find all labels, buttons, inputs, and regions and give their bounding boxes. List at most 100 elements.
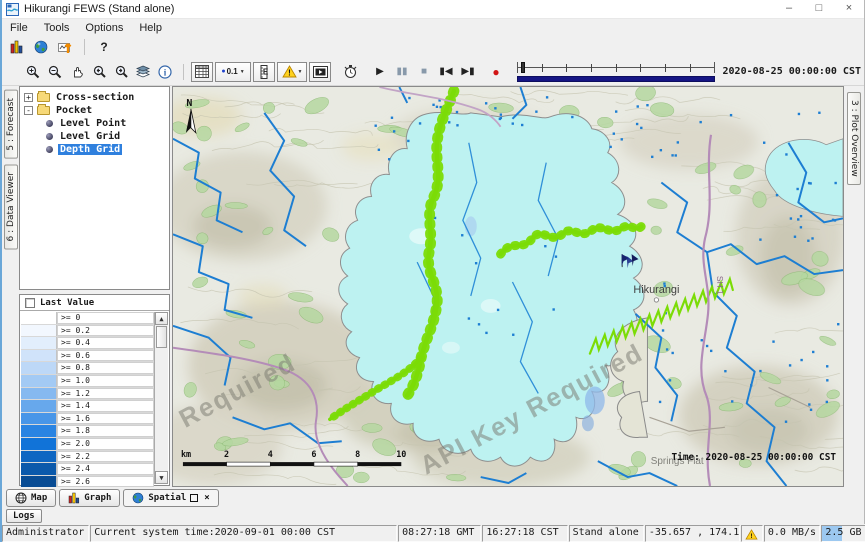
help-button[interactable]: ? [92,37,116,57]
legend-row[interactable]: >= 0.8 [21,362,154,375]
animation-player-icon[interactable] [309,62,331,82]
close-button[interactable]: × [834,0,864,19]
tab-plot-overview[interactable]: 3 : Plot Overview [847,92,861,185]
pause-button[interactable]: ▮▮ [391,62,413,82]
current-datetime: 2020-08-25 00:00:00 CST [723,66,864,77]
legend-row[interactable]: >= 0 [21,312,154,325]
warning-threshold-dropdown[interactable]: ! ▼ [277,62,307,82]
reports-icon[interactable] [5,37,29,57]
level-point-dot [499,118,501,120]
level-point-dot [669,379,671,381]
tree-item-pocket[interactable]: - Pocket [20,104,169,117]
gauge-scale-icon[interactable]: E [253,62,275,82]
pan-hand-icon[interactable] [66,62,88,82]
legend-class-label: >= 1.4 [57,400,154,412]
zoom-next-icon[interactable] [110,62,132,82]
legend-row[interactable]: >= 1.6 [21,413,154,426]
map-canvas[interactable]: API Key Required API Key Required Hikura… [173,87,843,486]
scroll-up-icon[interactable]: ▲ [155,312,168,325]
level-point-dot [785,421,787,423]
level-point-dot [615,110,617,112]
level-point-dot [621,138,623,140]
time-slider-track[interactable] [517,61,715,74]
menu-tools[interactable]: Tools [36,22,78,34]
level-point-dot [512,122,514,124]
legend-row[interactable]: >= 0.4 [21,337,154,350]
level-point-dot [807,240,809,242]
zoom-previous-icon[interactable] [88,62,110,82]
skip-to-end-button[interactable]: ▶▮ [457,62,479,82]
maximize-button[interactable]: □ [804,0,834,19]
zoom-in-icon[interactable] [22,62,44,82]
profile-chart-icon[interactable] [53,37,77,57]
map-viewport[interactable]: API Key Required API Key Required Hikura… [172,86,844,487]
legend-row[interactable]: >= 1.2 [21,388,154,401]
info-icon[interactable]: i [154,62,176,82]
grid-display-icon[interactable] [191,62,213,82]
logs-button[interactable]: Logs [6,509,42,523]
layers-icon[interactable] [132,62,154,82]
collapse-icon[interactable]: - [24,106,33,115]
tab-close-icon[interactable]: × [204,493,209,503]
menu-help[interactable]: Help [131,22,170,34]
legend-row[interactable]: >= 0.6 [21,350,154,363]
stop-button[interactable]: ■ [413,62,435,82]
tab-maximize-icon[interactable] [190,494,198,502]
tree-item-label[interactable]: Cross-section [54,92,136,103]
legend-class-label: >= 1.0 [57,375,154,387]
level-point-dot [419,122,421,124]
legend-row[interactable]: >= 1.0 [21,375,154,388]
scroll-thumb[interactable] [156,326,167,348]
legend-row[interactable]: >= 1.4 [21,400,154,413]
tree-item-level-point[interactable]: Level Point [20,117,169,130]
menu-options[interactable]: Options [77,22,131,34]
interval-dot-icon: ● [221,68,225,75]
expand-icon[interactable]: + [24,93,33,102]
level-point-dot [571,116,573,118]
tree-item-cross-section[interactable]: + Cross-section [20,91,169,104]
legend-row[interactable]: >= 2.2 [21,451,154,464]
tree-item-level-grid[interactable]: Level Grid [20,130,169,143]
slider-end-cap [714,62,715,73]
time-slider[interactable] [517,61,715,82]
scroll-down-icon[interactable]: ▼ [155,471,168,484]
legend-row[interactable]: >= 2.4 [21,463,154,476]
tree-item-label[interactable]: Pocket [54,105,94,116]
minimize-button[interactable]: – [774,0,804,19]
slider-handle[interactable] [521,62,525,73]
tree-item-label[interactable]: Level Point [58,118,128,129]
legend-row[interactable]: >= 0.2 [21,325,154,338]
status-user: Administrator [2,525,89,542]
tab-spatial[interactable]: Spatial × [123,489,218,507]
level-point-dot [636,123,638,125]
level-point-dot [790,217,792,219]
tab-forecast[interactable]: 5 : Forecast [4,90,18,159]
menu-file[interactable]: File [2,22,36,34]
legend-class-label: >= 1.8 [57,425,154,437]
level-point-dot [555,255,557,257]
tree-item-depth-grid[interactable]: Depth Grid [20,143,169,156]
level-point-dot [374,125,376,127]
folder-icon [37,106,50,115]
tab-data-viewer[interactable]: 6 : Data Viewer [4,164,18,249]
globe-icon[interactable] [29,37,53,57]
skip-to-start-button[interactable]: ▮◀ [435,62,457,82]
record-button[interactable]: ● [485,62,507,82]
level-point-dot [797,218,799,220]
tab-graph[interactable]: Graph [59,489,120,507]
tree-item-label[interactable]: Level Grid [58,131,122,142]
legend-row[interactable]: >= 2.0 [21,438,154,451]
legend-class-label: >= 2.2 [57,451,154,463]
play-button[interactable]: ▶ [369,62,391,82]
legend-scrollbar[interactable]: ▲ ▼ [154,312,168,484]
last-value-checkbox[interactable] [25,298,35,308]
tab-map[interactable]: Map [6,489,56,507]
contour-interval-dropdown[interactable]: ● 0.1 ▼ [215,62,251,82]
zoom-out-icon[interactable] [44,62,66,82]
animation-settings-icon[interactable] [339,62,361,82]
warning-icon: ! [282,65,297,78]
legend-row[interactable]: >= 1.8 [21,425,154,438]
tree-item-label-selected[interactable]: Depth Grid [58,144,122,155]
level-point-dot [710,350,712,352]
level-point-dot [789,364,791,366]
